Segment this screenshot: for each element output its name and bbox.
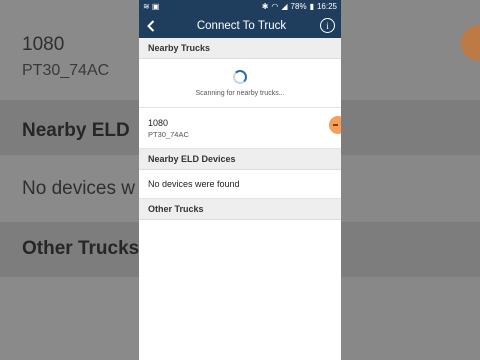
background-right [341,0,480,360]
bg-nearby-eld: Nearby ELD [22,120,130,141]
signal-icon: ◢ [281,1,288,11]
bg-section-band-right-2 [341,222,480,277]
truck-device-id: PT30_74AC [148,129,189,139]
back-button[interactable] [139,13,163,38]
spinner-icon [233,69,247,84]
truck-list-item[interactable]: 1080 PT30_74AC [139,108,341,149]
info-icon: i [326,20,329,31]
eld-empty-message: No devices were found [139,170,341,199]
background-left: 1080 PT30_74AC Nearby ELD No devices w O… [0,0,139,360]
section-nearby-trucks: Nearby Trucks [139,38,341,59]
bg-truck-id: PT30_74AC [22,62,110,79]
bg-other-trucks: Other Trucks [22,238,139,259]
clock: 16:25 [316,2,337,11]
phone-screen: ≋ ▣ ✱ ◠ ◢ 78% ▮ 16:25 Connect To Truck i… [139,0,341,360]
page-title: Connect To Truck [196,19,287,32]
scan-indicator: Scanning for nearby trucks... [139,59,341,108]
notification-icons: ≋ ▣ [143,1,160,11]
bg-section-band-right [341,100,480,155]
section-nearby-eld: Nearby ELD Devices [139,149,341,170]
status-right: ✱ ◠ ◢ 78% ▮ 16:25 [262,2,337,11]
scan-status-text: Scanning for nearby trucks... [195,89,285,97]
wifi-icon: ◠ [271,1,279,11]
bluetooth-icon: ✱ [261,1,269,11]
status-bar: ≋ ▣ ✱ ◠ ◢ 78% ▮ 16:25 [139,0,341,13]
truck-name: 1080 [148,117,169,128]
status-left: ≋ ▣ [143,1,160,11]
bg-orange-button [461,25,480,61]
app-bar: Connect To Truck i [139,13,341,38]
battery-percent: 78% [290,2,307,11]
connect-button[interactable] [329,116,341,134]
chevron-left-icon [147,19,155,32]
bg-no-devices: No devices w [22,178,135,199]
info-button[interactable]: i [320,18,335,33]
bg-truck-name: 1080 [22,34,65,55]
section-other-trucks: Other Trucks [139,199,341,220]
battery-icon: ▮ [309,1,314,11]
